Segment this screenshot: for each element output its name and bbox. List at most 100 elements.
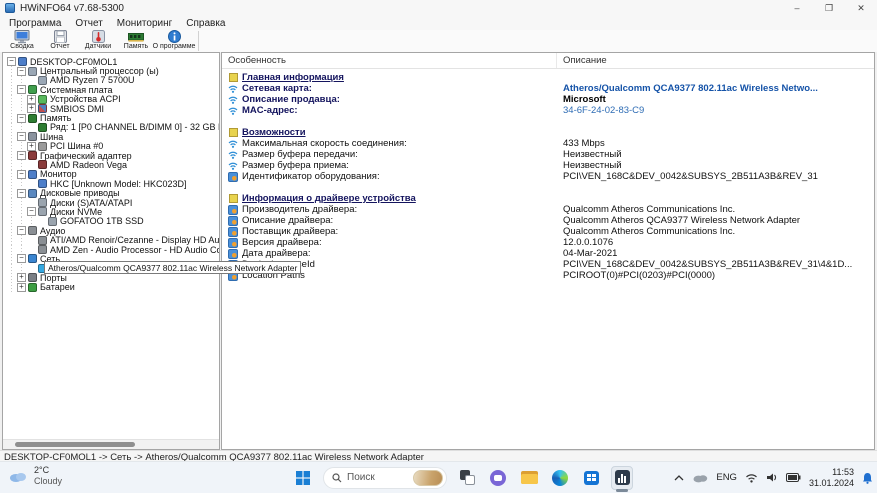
expand-icon[interactable]: +	[27, 141, 36, 151]
details-section-header[interactable]: Возможности	[222, 127, 874, 138]
hidden-icons-chevron-icon[interactable]	[674, 474, 684, 482]
detail-row[interactable]: DeviceInstanceIdPCI\VEN_168C&DEV_0042&SU…	[222, 259, 874, 270]
details-section-header[interactable]: Информация о драйвере устройства	[222, 193, 874, 204]
taskbar-search[interactable]: Поиск	[323, 466, 447, 489]
file-explorer-button[interactable]	[518, 466, 540, 490]
tree-item[interactable]: − Память	[3, 113, 219, 123]
menu-item-0[interactable]: Программа	[2, 18, 68, 29]
clock[interactable]: 11:53 31.01.2024	[809, 467, 854, 488]
tree-guide-line	[7, 244, 17, 255]
detail-row[interactable]: Производитель драйвера: Qualcomm Atheros …	[222, 204, 874, 215]
collapse-icon[interactable]: −	[17, 66, 26, 76]
minimize-button[interactable]: –	[781, 0, 813, 16]
menu-item-2[interactable]: Мониторинг	[110, 18, 179, 29]
tree-item[interactable]: Диски (S)ATA/ATAPI	[3, 198, 219, 208]
toolbar-button-1[interactable]: Отчет	[41, 30, 79, 52]
task-view-button[interactable]	[456, 466, 478, 490]
tree-item[interactable]: − Шина	[3, 132, 219, 142]
tree-item[interactable]: − Монитор	[3, 169, 219, 179]
tree-item[interactable]: Ряд: 1 [P0 CHANNEL B/DIMM 0] - 32 GB PC4…	[3, 122, 219, 132]
tree-item[interactable]: − Графический адаптер	[3, 150, 219, 161]
tree-guide-line	[7, 132, 17, 142]
detail-row[interactable]: Location Paths PCIROOT(0)#PCI(0203)#PCI(0…	[222, 270, 874, 281]
tree-item[interactable]: − Диски NVMe	[3, 207, 219, 217]
collapse-icon[interactable]: −	[27, 207, 36, 217]
chat-button[interactable]	[487, 466, 509, 490]
collapse-icon[interactable]: −	[17, 226, 26, 236]
detail-row[interactable]: Сетевая карта: Atheros/Qualcomm QCA9377 8…	[222, 83, 874, 94]
audio-icon	[38, 235, 47, 245]
scrollbar-thumb[interactable]	[15, 442, 135, 447]
detail-row[interactable]: Версия драйвера: 12.0.0.1076	[222, 237, 874, 248]
tree-item[interactable]: − Центральный процессор (ы)	[3, 66, 219, 76]
menu-item-1[interactable]: Отчет	[68, 18, 109, 29]
description-value: PCIROOT(0)#PCI(0203)#PCI(0000)	[563, 270, 716, 281]
tree-guide-line	[7, 150, 17, 161]
summary-computer-icon	[14, 29, 30, 43]
restore-button[interactable]: ❐	[813, 0, 845, 16]
notification-bell-icon[interactable]	[862, 472, 873, 484]
tree-item[interactable]: − Системная плата	[3, 85, 219, 95]
collapse-icon[interactable]: −	[17, 169, 26, 179]
collapse-icon[interactable]: −	[7, 57, 16, 67]
speaker-icon[interactable]	[766, 472, 778, 483]
toolbar-button-label: О программе	[152, 43, 196, 50]
detail-row[interactable]: Размер буфера передачи: Неизвестный	[222, 149, 874, 160]
tree-item[interactable]: − Дисковые приводы	[3, 188, 219, 198]
close-button[interactable]: ✕	[845, 0, 877, 16]
detail-row[interactable]: Размер буфера приема: Неизвестный	[222, 160, 874, 171]
toolbar-button-0[interactable]: Сводка	[3, 29, 41, 52]
detail-row[interactable]: MAC-адрес: 34-6F-24-02-83-C9	[222, 105, 874, 116]
tree-item[interactable]: AMD Zen - Audio Processor - HD Audio Con…	[3, 244, 219, 255]
tree-item[interactable]: − DESKTOP-CF0MOL1	[3, 57, 219, 67]
language-indicator[interactable]: ENG	[716, 472, 737, 483]
collapse-icon[interactable]: −	[17, 113, 26, 123]
hwinfo-taskbar-button[interactable]	[611, 465, 633, 492]
toolbar-button-3[interactable]: Память	[117, 30, 155, 52]
tree-item[interactable]: − Аудио	[3, 226, 219, 236]
tree-horizontal-scrollbar[interactable]	[3, 439, 219, 449]
expand-icon[interactable]: +	[17, 282, 26, 292]
detail-row[interactable]: Дата драйвера: 04-Mar-2021	[222, 248, 874, 259]
detail-row[interactable]: Максимальная скорость соединения: 433 Mbp…	[222, 138, 874, 149]
microsoft-store-button[interactable]	[580, 466, 602, 490]
expand-icon[interactable]: +	[27, 104, 36, 114]
tree-item[interactable]: AMD Ryzen 7 5700U	[3, 75, 219, 85]
onedrive-cloud-icon[interactable]	[692, 472, 708, 483]
tree-item[interactable]: AMD Radeon Vega	[3, 160, 219, 170]
tree-item[interactable]: + Батареи	[3, 282, 219, 292]
menu-bar: Программа Отчет Мониторинг Справка	[0, 16, 877, 30]
toolbar-button-4[interactable]: О программе	[152, 30, 196, 52]
tree-item[interactable]: + PCI Шина #0	[3, 141, 219, 151]
detail-row[interactable]: Идентификатор оборудования: PCI\VEN_168C&…	[222, 171, 874, 182]
details-section-header[interactable]: Главная информация	[222, 72, 874, 83]
collapse-icon[interactable]: −	[17, 188, 26, 198]
menu-item-3[interactable]: Справка	[179, 18, 232, 29]
tree-item[interactable]: + Устройства ACPI	[3, 94, 219, 104]
search-daily-image[interactable]	[413, 469, 443, 486]
edge-button[interactable]	[549, 466, 571, 490]
expand-icon[interactable]: +	[17, 273, 26, 283]
tree-item[interactable]: + Порты	[3, 273, 219, 283]
column-header-feature[interactable]: Особенность	[222, 53, 557, 68]
weather-widget[interactable]: 2°C Cloudy	[8, 465, 62, 487]
collapse-icon[interactable]: −	[17, 254, 26, 264]
tree-item[interactable]: HKC [Unknown Model: HKC023D]	[3, 179, 219, 189]
audio-icon	[28, 226, 37, 236]
tree-item[interactable]: GOFATOO 1TB SSD	[3, 216, 219, 226]
detail-row[interactable]: Описание продавца: Microsoft	[222, 94, 874, 105]
battery-icon[interactable]	[785, 473, 801, 482]
collapse-icon[interactable]: −	[17, 85, 26, 95]
description-value: Неизвестный	[563, 160, 622, 171]
collapse-icon[interactable]: −	[17, 132, 26, 142]
tree-item[interactable]: ATI/AMD Renoir/Cezanne - Display HD Audi…	[3, 235, 219, 245]
wifi-status-icon[interactable]	[745, 473, 758, 483]
detail-row[interactable]: Поставщик драйвера: Qualcomm Atheros Comm…	[222, 226, 874, 237]
toolbar-button-2[interactable]: Датчики	[79, 30, 117, 52]
detail-row[interactable]: Описание драйвера: Qualcomm Atheros QCA93…	[222, 215, 874, 226]
collapse-icon[interactable]: −	[17, 151, 26, 161]
search-icon	[332, 472, 342, 482]
tree-item[interactable]: + SMBIOS DMI	[3, 104, 219, 114]
start-button[interactable]	[292, 466, 314, 490]
column-header-description[interactable]: Описание	[557, 55, 874, 66]
